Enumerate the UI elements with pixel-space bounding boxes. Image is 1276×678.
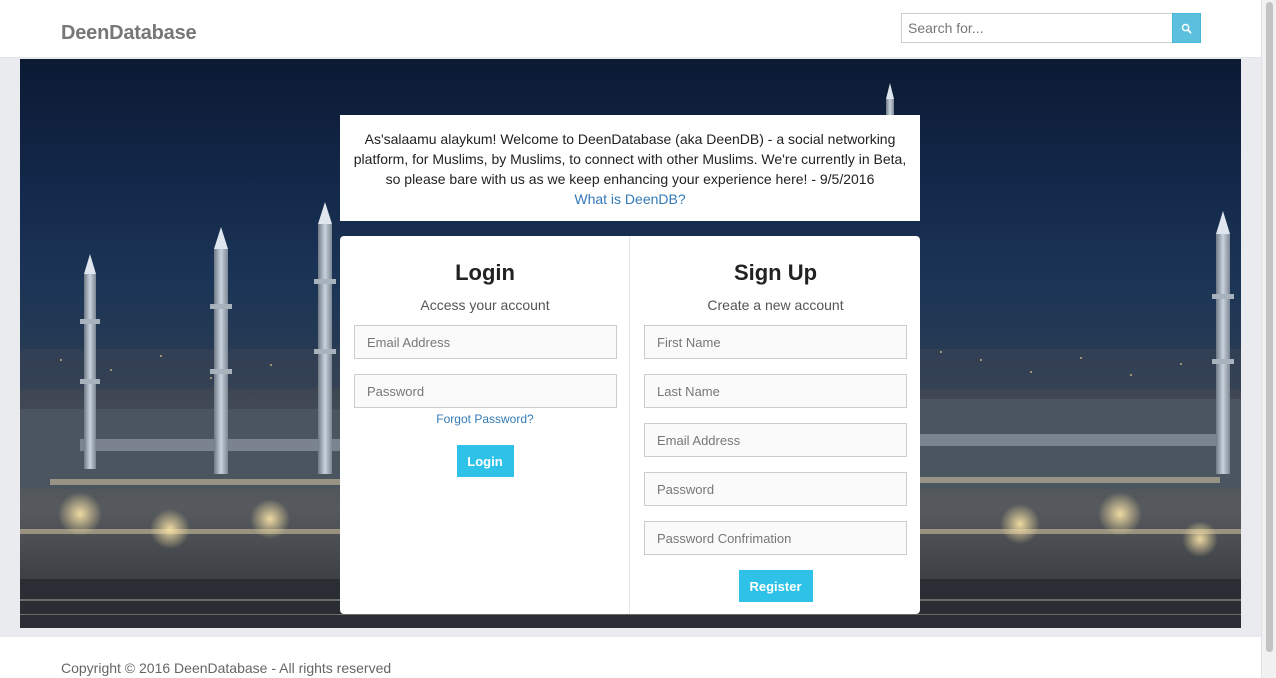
- auth-panel: Login Access your account Forgot Passwor…: [340, 236, 920, 614]
- scrollbar-thumb[interactable]: [1266, 2, 1273, 652]
- last-name-field[interactable]: [644, 374, 907, 408]
- signup-subtitle: Create a new account: [707, 297, 844, 313]
- signup-email-field[interactable]: [644, 423, 907, 457]
- signup-column: Sign Up Create a new account Register: [630, 236, 920, 614]
- search-icon: [1181, 23, 1192, 33]
- vertical-scrollbar[interactable]: [1261, 0, 1276, 678]
- login-column: Login Access your account Forgot Passwor…: [340, 236, 630, 614]
- signup-title: Sign Up: [733, 260, 818, 285]
- password-confirmation-field[interactable]: [644, 521, 907, 555]
- welcome-text: As'salaamu alaykum! Welcome to DeenDatab…: [353, 131, 907, 187]
- welcome-notice: As'salaamu alaykum! Welcome to DeenDatab…: [340, 115, 920, 221]
- what-is-deendb-link[interactable]: What is DeenDB?: [352, 189, 908, 209]
- login-title: Login: [455, 260, 515, 285]
- brand-logo[interactable]: DeenDatabase: [61, 22, 197, 45]
- login-button[interactable]: Login: [456, 445, 514, 477]
- login-password-field[interactable]: [354, 374, 617, 408]
- login-email-field[interactable]: [354, 325, 617, 359]
- footer: Copyright © 2016 DeenDatabase - All righ…: [0, 637, 1261, 678]
- search-form: [901, 13, 1201, 43]
- top-navbar: DeenDatabase: [0, 0, 1261, 58]
- signup-password-field[interactable]: [644, 472, 907, 506]
- search-button[interactable]: [1172, 13, 1201, 43]
- register-button[interactable]: Register: [738, 570, 813, 602]
- forgot-password-link[interactable]: Forgot Password?: [354, 412, 616, 426]
- first-name-field[interactable]: [644, 325, 907, 359]
- login-subtitle: Access your account: [420, 297, 550, 313]
- search-input[interactable]: [901, 13, 1172, 43]
- copyright-text: Copyright © 2016 DeenDatabase - All righ…: [61, 660, 392, 676]
